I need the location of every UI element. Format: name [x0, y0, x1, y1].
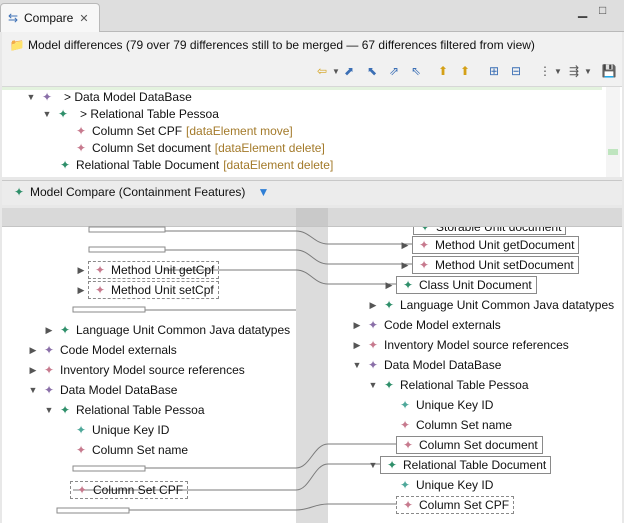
tree-label: Method Unit getDocument — [435, 238, 575, 252]
chevron-right-icon[interactable]: ▶ — [400, 260, 410, 271]
chevron-right-icon[interactable]: ▶ — [368, 300, 378, 311]
right-item-language-unit[interactable]: ▶ ✦ Language Unit Common Java datatypes — [368, 296, 615, 314]
left-item-language-unit[interactable]: ▶ ✦ Language Unit Common Java datatypes — [44, 321, 291, 339]
table-icon: ✦ — [383, 378, 395, 392]
table-icon: ✦ — [386, 458, 398, 472]
chevron-right-icon[interactable]: ▶ — [76, 265, 86, 276]
right-item-inventory-model[interactable]: ▶ ✦ Inventory Model source references — [352, 336, 569, 354]
expand-arrow-icon[interactable]: ▼ — [368, 460, 378, 470]
right-item-class-unit[interactable]: ▶ ✦ Class Unit Document — [384, 276, 537, 294]
tree-label: Column Set CPF — [419, 498, 510, 512]
right-item-column-document[interactable]: ✦ Column Set document — [396, 436, 543, 454]
inventory-model-icon: ✦ — [43, 363, 55, 377]
code-model-icon: ✦ — [43, 343, 55, 357]
table-icon: ✦ — [59, 403, 71, 417]
tree-label: Column Set name — [92, 443, 189, 457]
right-item-table-pessoa[interactable]: ▼ ✦ Relational Table Pessoa — [368, 376, 529, 394]
right-item-column-name[interactable]: ✦ Column Set name — [398, 416, 512, 434]
column-set-icon: ✦ — [399, 418, 411, 432]
left-item-unique-key[interactable]: ✦ Unique Key ID — [74, 421, 169, 439]
right-item-unique-key[interactable]: ✦ Unique Key ID — [398, 396, 493, 414]
tree-label: Relational Table Document — [403, 458, 547, 472]
expand-arrow-icon[interactable]: ▼ — [44, 405, 54, 415]
tree-label: Inventory Model source references — [60, 363, 245, 377]
expand-arrow-icon[interactable]: ▼ — [28, 385, 38, 395]
right-pane-header-overlay — [328, 208, 622, 227]
unique-key-icon: ✦ — [75, 423, 87, 437]
right-item-get-document[interactable]: ▶ ✦ Method Unit getDocument — [400, 236, 580, 254]
tree-label: Data Model DataBase — [384, 358, 502, 372]
left-item-inventory-model[interactable]: ▶ ✦ Inventory Model source references — [28, 361, 245, 379]
tree-label: Data Model DataBase — [60, 383, 178, 397]
tree-label: Relational Table Pessoa — [400, 378, 529, 392]
tree-label: Code Model externals — [60, 343, 177, 357]
inventory-model-icon: ✦ — [367, 338, 379, 352]
tree-label: Code Model externals — [384, 318, 501, 332]
right-item-set-document[interactable]: ▶ ✦ Method Unit setDocument — [400, 256, 579, 274]
chevron-right-icon[interactable]: ▶ — [28, 365, 38, 376]
data-model-icon: ✦ — [43, 383, 55, 397]
tree-label: Column Set name — [416, 418, 513, 432]
tree-label: Method Unit setCpf — [111, 283, 214, 297]
column-set-icon: ✦ — [402, 498, 414, 512]
tree-label: Unique Key ID — [92, 423, 170, 437]
column-set-icon: ✦ — [76, 483, 88, 497]
left-item-column-cpf[interactable]: ✦ Column Set CPF — [70, 481, 189, 499]
right-item-table-document[interactable]: ▼ ✦ Relational Table Document — [368, 456, 552, 474]
tree-label: Relational Table Pessoa — [76, 403, 205, 417]
expand-arrow-icon[interactable]: ▼ — [352, 360, 362, 370]
tree-label: Method Unit setDocument — [435, 258, 574, 272]
language-unit-icon: ✦ — [59, 323, 71, 337]
left-item-data-model[interactable]: ▼ ✦ Data Model DataBase — [28, 381, 178, 399]
unique-key-icon: ✦ — [399, 398, 411, 412]
chevron-right-icon[interactable]: ▶ — [400, 240, 410, 251]
method-unit-icon: ✦ — [418, 258, 430, 272]
left-item-set-cpf[interactable]: ▶ ✦ Method Unit setCpf — [76, 281, 219, 299]
tree-label: Class Unit Document — [419, 278, 532, 292]
right-item-column-cpf[interactable]: ✦ Column Set CPF — [396, 496, 515, 514]
chevron-right-icon[interactable]: ▶ — [76, 285, 86, 296]
right-item-unique-key-document[interactable]: ✦ Unique Key ID — [398, 476, 493, 494]
tree-label: Language Unit Common Java datatypes — [400, 298, 615, 312]
language-unit-icon: ✦ — [383, 298, 395, 312]
tree-label: Method Unit getCpf — [111, 263, 215, 277]
column-set-icon: ✦ — [402, 438, 414, 452]
chevron-right-icon[interactable]: ▶ — [384, 280, 394, 291]
left-item-column-name[interactable]: ✦ Column Set name — [74, 441, 188, 459]
right-item-data-model[interactable]: ▼ ✦ Data Model DataBase — [352, 356, 502, 374]
chevron-right-icon[interactable]: ▶ — [352, 340, 362, 351]
left-item-table-pessoa[interactable]: ▼ ✦ Relational Table Pessoa — [44, 401, 205, 419]
method-unit-icon: ✦ — [94, 263, 106, 277]
tree-label: Column Set CPF — [93, 483, 184, 497]
tree-label: Unique Key ID — [416, 478, 494, 492]
right-item-code-model[interactable]: ▶ ✦ Code Model externals — [352, 316, 501, 334]
chevron-right-icon[interactable]: ▶ — [28, 345, 38, 356]
tree-label: Column Set document — [419, 438, 538, 452]
code-model-icon: ✦ — [367, 318, 379, 332]
method-unit-icon: ✦ — [94, 283, 106, 297]
chevron-right-icon[interactable]: ▶ — [352, 320, 362, 331]
left-item-get-cpf[interactable]: ▶ ✦ Method Unit getCpf — [76, 261, 220, 279]
left-item-code-model[interactable]: ▶ ✦ Code Model externals — [28, 341, 177, 359]
class-unit-icon: ✦ — [402, 278, 414, 292]
unique-key-icon: ✦ — [399, 478, 411, 492]
column-set-icon: ✦ — [75, 443, 87, 457]
expand-arrow-icon[interactable]: ▼ — [368, 380, 378, 390]
tree-label: Language Unit Common Java datatypes — [76, 323, 291, 337]
tree-label: Unique Key ID — [416, 398, 494, 412]
chevron-right-icon[interactable]: ▶ — [44, 325, 54, 336]
tree-label: Inventory Model source references — [384, 338, 569, 352]
method-unit-icon: ✦ — [418, 238, 430, 252]
data-model-icon: ✦ — [367, 358, 379, 372]
